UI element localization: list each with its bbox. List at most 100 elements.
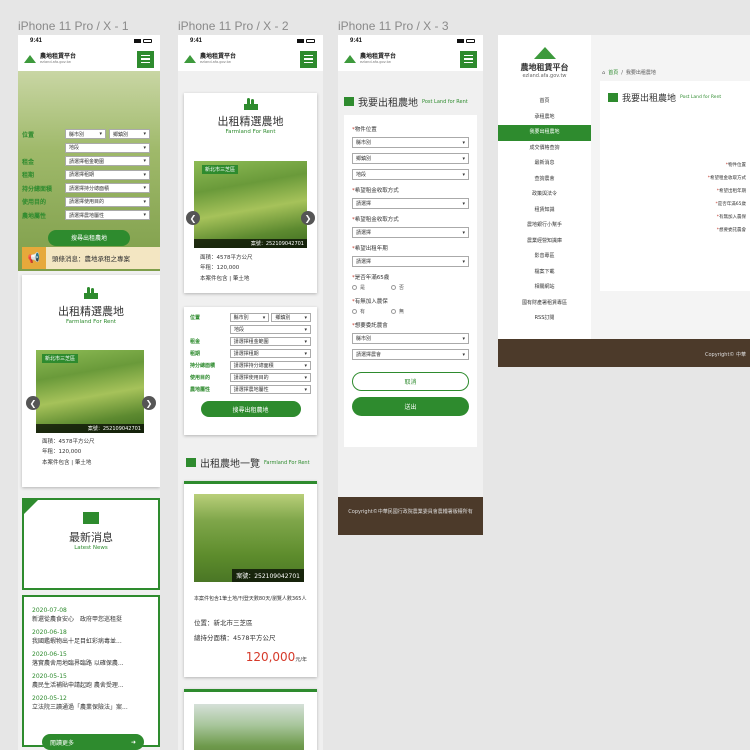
listing-area: 總持分面積：4578平方公尺 xyxy=(194,634,276,642)
site-logo[interactable]: 農地租賃平台 ezland.afa.gov.tw xyxy=(344,53,396,65)
search-button[interactable]: 搜尋出租農地 xyxy=(48,229,130,246)
desktop-field-labels: *物件位置 *希望租金收取方式 *希望出租年期 *是否年滿65歲 *有無加入農保… xyxy=(707,163,746,233)
search-button[interactable]: 搜尋出租農地 xyxy=(200,401,301,417)
mountain-logo-icon xyxy=(344,55,357,63)
hamburger-menu-icon[interactable] xyxy=(137,50,154,68)
desktop-menu-item[interactable]: 檔案下載 xyxy=(498,265,591,281)
desktop-field-label: 想要委託農會 xyxy=(719,228,746,233)
hamburger-menu-icon[interactable] xyxy=(460,50,477,68)
desktop-menu-item[interactable]: 國有財產署租賃專區 xyxy=(498,296,591,312)
farmland-photo[interactable]: 新北市三芝區 案號：252109042701 xyxy=(36,350,144,433)
carousel-next-icon[interactable]: ❯ xyxy=(142,396,156,410)
news-header: 最新消息 Latest News xyxy=(22,498,160,590)
featured-subtitle: Farmland For Rent xyxy=(225,129,276,135)
news-headline: 落實農舍用地臨界臨路 以確保農... xyxy=(32,660,124,667)
period-select[interactable]: 請選擇租期 xyxy=(65,169,150,180)
desktop-menu-item[interactable]: 租賃知識 xyxy=(498,203,591,219)
radio-label: 否 xyxy=(399,285,405,291)
attr-select[interactable]: 請選擇農地屬性 xyxy=(229,385,311,394)
desktop-menu-item[interactable]: 最新消息 xyxy=(498,156,591,172)
headline-notice[interactable]: 📢 頭條消息：農地承租之專案 xyxy=(22,247,160,269)
form-county-select[interactable]: 縣市別 xyxy=(352,137,469,148)
submit-button[interactable]: 送出 xyxy=(352,397,469,416)
desktop-menu: 首頁 承租農地 我要出租農地 成交價格查詢 最新消息 查詢農會 政策與法令 租賃知識 農地銀行小… xyxy=(498,94,591,327)
rent-select[interactable]: 請選擇租金範圍 xyxy=(65,156,150,166)
hamburger-menu-icon[interactable] xyxy=(300,50,317,68)
cancel-button[interactable]: 取消 xyxy=(352,372,469,391)
desktop-menu-item[interactable]: 首頁 xyxy=(498,94,591,110)
news-item[interactable]: 2020-06-15 落實農舍用地臨界臨路 以確保農... xyxy=(32,651,150,667)
desktop-menu-item[interactable]: 政策與法令 xyxy=(498,187,591,203)
desktop-menu-item[interactable]: 成交價格查詢 xyxy=(498,141,591,157)
news-headline: 立法院三讀通過「農業保險法」案... xyxy=(32,704,128,711)
attr-select[interactable]: 請選擇農地屬性 xyxy=(65,210,150,220)
site-url: ezland.afa.gov.tw xyxy=(200,59,231,64)
site-title: 農地租賃平台 xyxy=(200,52,237,60)
site-logo[interactable]: 農地租賃平台 ezland.afa.gov.tw xyxy=(498,47,591,79)
carousel-prev-icon[interactable]: ❮ xyxy=(26,396,40,410)
label-location: 位置 xyxy=(190,315,201,321)
list-heading: 出租農地一覽 Farmland For Rent xyxy=(186,455,310,470)
county-select[interactable]: 縣市別 xyxy=(65,129,106,139)
section-select[interactable]: 地段 xyxy=(230,325,311,334)
read-more-button[interactable]: 閱讀更多 ➜ xyxy=(42,734,144,750)
purpose-select[interactable]: 請選擇使用目的 xyxy=(65,196,150,207)
town-select[interactable]: 鄉鎮別 xyxy=(271,313,311,322)
site-logo[interactable]: 農地租賃平台 ezland.afa.gov.tw xyxy=(184,52,237,65)
news-headline: 新還從農食安心 政府甲您巡租挺 xyxy=(32,616,123,623)
desktop-menu-item[interactable]: 農業經營知識庫 xyxy=(498,234,591,250)
mountain-logo-icon xyxy=(24,55,37,63)
listing-card[interactable]: 案號：252109042701 本案件包含1筆土地/刊登天數80天/瀏覽人數36… xyxy=(184,481,317,677)
area-select[interactable]: 請選擇持分總面積 xyxy=(229,361,311,370)
farmland-photo[interactable]: 新北市三芝區 案號：252109042701 xyxy=(194,161,307,248)
news-date: 2020-05-15 xyxy=(32,673,67,680)
age-no-radio[interactable]: 否 xyxy=(391,284,404,291)
section-select[interactable]: 地段 xyxy=(65,142,150,153)
rent-select[interactable]: 請選擇租金範圍 xyxy=(229,337,311,346)
notice-text: 頭條消息：農地承租之專案 xyxy=(52,255,130,263)
county-select[interactable]: 縣市別 xyxy=(229,313,270,322)
desktop-menu-item[interactable]: 查詢農會 xyxy=(498,172,591,188)
label-attr: 農地屬性 xyxy=(190,387,211,393)
form-section-select[interactable]: 地段 xyxy=(352,169,469,180)
news-item[interactable]: 2020-06-18 我國鑑蝦物出十足目虹彩病毒並... xyxy=(32,629,150,645)
news-item[interactable]: 2020-05-15 農民生活補貼申請起跑 農舍受理... xyxy=(32,673,150,689)
rent-method-select-2[interactable]: 請選擇 xyxy=(352,227,469,238)
desktop-menu-item[interactable]: RSS訂閱 xyxy=(498,311,591,327)
breadcrumb-home[interactable]: 首頁 xyxy=(608,69,618,76)
listing-price: 120,000 元/年 xyxy=(246,650,307,664)
phone-screen-2: 9:41 農地租賃平台 ezland.afa.gov.tw 出租精選農地 Farm… xyxy=(178,35,323,750)
site-logo[interactable]: 農地租賃平台 ezland.afa.gov.tw xyxy=(24,53,76,65)
listing-card[interactable] xyxy=(184,689,317,750)
desktop-menu-item[interactable]: 我要出租農地 xyxy=(498,125,591,141)
form-town-select[interactable]: 鄉鎮別 xyxy=(352,153,469,164)
home-icon: ⌂ xyxy=(602,69,606,76)
news-headline: 農民生活補貼申請起跑 農舍受理... xyxy=(32,682,124,689)
insurance-no-radio[interactable]: 無 xyxy=(391,308,404,315)
news-title: 最新消息 xyxy=(69,531,113,544)
area-select[interactable]: 請選擇持分總面積 xyxy=(65,183,150,193)
carousel-next-icon[interactable]: ❯ xyxy=(301,211,315,225)
featured-note: 本案件包含 | 筆土地 xyxy=(42,459,92,466)
label-period: 租期 xyxy=(190,351,201,357)
period-select[interactable]: 請選擇租期 xyxy=(229,349,311,358)
desktop-menu-item[interactable]: 相關網站 xyxy=(498,280,591,296)
rent-method-select[interactable]: 請選擇 xyxy=(352,198,469,209)
news-item[interactable]: 2020-07-08 新還從農食安心 政府甲您巡租挺 xyxy=(32,607,150,623)
town-select[interactable]: 鄉鎮別 xyxy=(109,129,150,139)
purpose-select[interactable]: 請選擇使用目的 xyxy=(229,373,311,382)
period-select[interactable]: 請選擇 xyxy=(352,256,469,267)
assoc-select[interactable]: 請選擇農會 xyxy=(352,349,469,360)
listing-location: 位置：新北市三芝區 xyxy=(194,619,253,627)
featured-note: 本案件包含 | 筆土地 xyxy=(200,275,250,282)
insurance-yes-radio[interactable]: 有 xyxy=(352,308,365,315)
desktop-menu-item[interactable]: 農地銀行小幫手 xyxy=(498,218,591,234)
desktop-menu-item[interactable]: 承租農地 xyxy=(498,110,591,126)
assoc-county-select[interactable]: 縣市別 xyxy=(352,333,469,344)
mountain-logo-icon xyxy=(533,47,556,59)
carousel-prev-icon[interactable]: ❮ xyxy=(186,211,200,225)
farm-icon xyxy=(608,93,618,102)
age-yes-radio[interactable]: 是 xyxy=(352,284,365,291)
desktop-menu-item[interactable]: 影音專區 xyxy=(498,249,591,265)
news-item[interactable]: 2020-05-12 立法院三讀通過「農業保險法」案... xyxy=(32,695,150,711)
